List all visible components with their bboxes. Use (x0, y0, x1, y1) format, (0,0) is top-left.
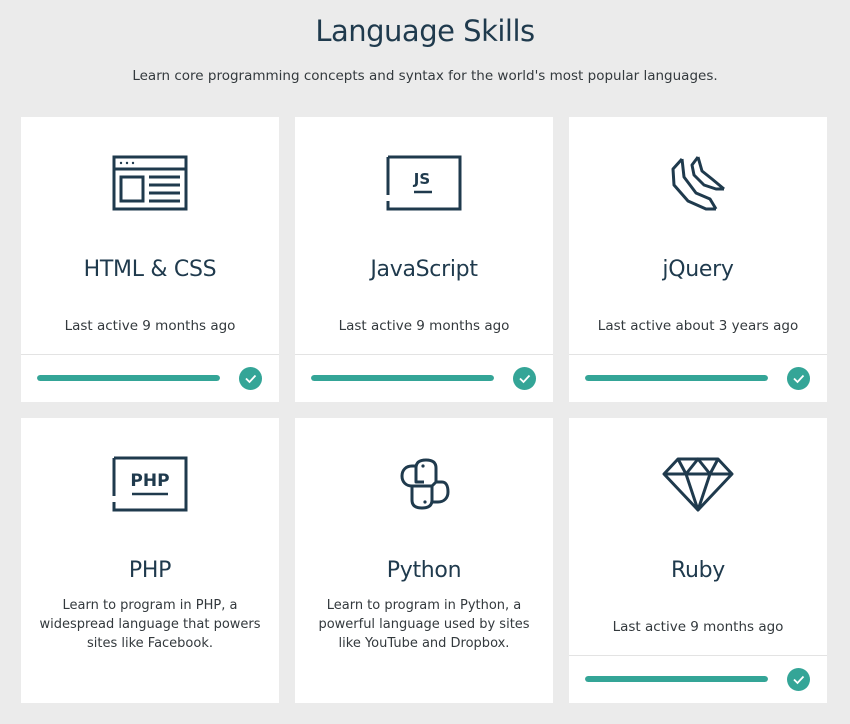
card-title: HTML & CSS (83, 257, 217, 282)
page-title: Language Skills (315, 14, 535, 48)
html-browser-icon (21, 155, 279, 255)
icon-text-js: JS (413, 170, 430, 188)
last-active-text: Last active 9 months ago (338, 318, 510, 334)
card-ruby[interactable]: Ruby Last active 9 months ago (569, 418, 827, 703)
page-header: Language Skills Learn core programming c… (0, 0, 850, 85)
icon-text-php: PHP (130, 471, 169, 491)
card-title: PHP (128, 558, 172, 583)
card-html-css[interactable]: HTML & CSS Last active 9 months ago (21, 117, 279, 402)
progress-fill (585, 375, 768, 381)
jquery-icon (569, 155, 827, 255)
card-title: JavaScript (370, 257, 478, 282)
card-php[interactable]: PHP PHP Learn to program in PHP, a wides… (21, 418, 279, 703)
card-title: jQuery (662, 257, 734, 282)
check-icon (787, 668, 810, 691)
last-active-text: Last active about 3 years ago (597, 318, 799, 334)
language-grid: HTML & CSS Last active 9 months ago JS J… (21, 117, 827, 703)
last-active-text: Last active 9 months ago (64, 318, 236, 334)
card-title: Ruby (670, 558, 726, 583)
progress-area (569, 354, 827, 402)
card-jquery[interactable]: jQuery Last active about 3 years ago (569, 117, 827, 402)
progress-fill (37, 375, 220, 381)
progress-area (569, 655, 827, 703)
card-python[interactable]: Python Learn to program in Python, a pow… (295, 418, 553, 703)
progress-bar (585, 676, 768, 682)
php-icon: PHP (21, 456, 279, 556)
ruby-gem-icon (569, 456, 827, 556)
page-subtitle: Learn core programming concepts and synt… (132, 68, 718, 84)
check-icon (787, 367, 810, 390)
progress-fill (311, 375, 494, 381)
progress-bar (311, 375, 494, 381)
progress-bar (585, 375, 768, 381)
javascript-icon: JS (295, 155, 553, 255)
card-javascript[interactable]: JS JavaScript Last active 9 months ago (295, 117, 553, 402)
progress-fill (585, 676, 768, 682)
progress-area (295, 354, 553, 402)
card-description: Learn to program in PHP, a widespread la… (39, 598, 261, 651)
card-title: Python (386, 558, 462, 583)
check-icon (239, 367, 262, 390)
card-description: Learn to program in Python, a powerful l… (318, 598, 530, 651)
check-icon (513, 367, 536, 390)
python-icon (295, 456, 553, 556)
progress-bar (37, 375, 220, 381)
progress-area (21, 354, 279, 402)
last-active-text: Last active 9 months ago (612, 619, 784, 635)
